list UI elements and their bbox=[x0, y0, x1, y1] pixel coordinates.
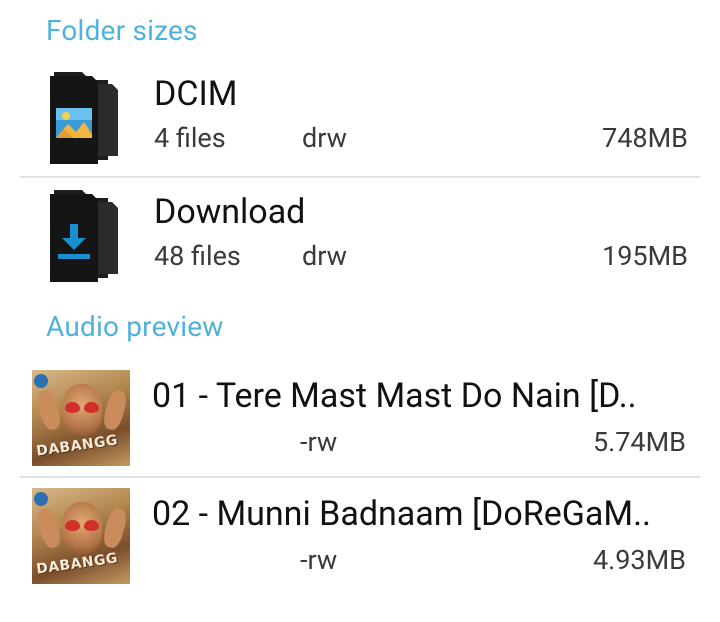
folder-file-count: 48 files bbox=[154, 240, 241, 272]
audio-permissions: -rw bbox=[300, 544, 338, 576]
album-art-glasses bbox=[65, 520, 80, 531]
folder-name: Download bbox=[154, 192, 306, 232]
album-art: DABANGG bbox=[32, 370, 130, 466]
album-art-hand bbox=[101, 506, 129, 550]
audio-size: 4.93MB bbox=[592, 544, 686, 576]
audio-row[interactable]: DABANGG 02 - Munni Badnaam [DoReGaM.. -r… bbox=[0, 482, 720, 594]
album-art-glasses bbox=[65, 402, 80, 413]
folder-size: 195MB bbox=[602, 240, 688, 272]
audio-size: 5.74MB bbox=[592, 426, 686, 458]
divider bbox=[20, 476, 700, 478]
album-art-hand bbox=[35, 388, 63, 432]
album-art-hand bbox=[35, 506, 63, 550]
folder-size: 748MB bbox=[602, 122, 688, 154]
album-art-logo: DABANGG bbox=[35, 432, 119, 460]
album-art-glasses bbox=[84, 520, 99, 531]
audio-title: 02 - Munni Badnaam [DoReGaM.. bbox=[152, 494, 651, 534]
album-art-logo: DABANGG bbox=[35, 550, 119, 578]
folder-permissions: drw bbox=[302, 122, 347, 154]
album-art-badge bbox=[34, 374, 48, 388]
album-art-hand bbox=[101, 388, 129, 432]
folder-permissions: drw bbox=[302, 240, 347, 272]
folder-row-dcim[interactable]: DCIM 4 files drw 748MB bbox=[0, 64, 720, 176]
folder-name: DCIM bbox=[154, 74, 238, 114]
folder-download-icon bbox=[50, 190, 118, 282]
audio-permissions: -rw bbox=[300, 426, 338, 458]
folder-image-icon bbox=[50, 72, 118, 164]
audio-row[interactable]: DABANGG 01 - Tere Mast Mast Do Nain [D..… bbox=[0, 364, 720, 476]
audio-title: 01 - Tere Mast Mast Do Nain [D.. bbox=[152, 376, 637, 416]
album-art: DABANGG bbox=[32, 488, 130, 584]
section-header-audio-preview: Audio preview bbox=[46, 310, 224, 343]
section-header-folder-sizes: Folder sizes bbox=[46, 14, 198, 47]
folder-file-count: 4 files bbox=[154, 122, 226, 154]
divider bbox=[20, 176, 700, 178]
album-art-glasses bbox=[84, 402, 99, 413]
folder-row-download[interactable]: Download 48 files drw 195MB bbox=[0, 182, 720, 294]
album-art-badge bbox=[34, 492, 48, 506]
